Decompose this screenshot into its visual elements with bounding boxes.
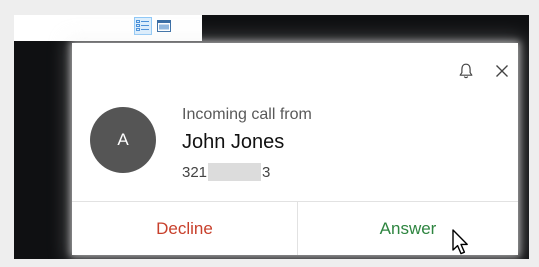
call-caption: Incoming call from	[182, 106, 312, 123]
bell-icon	[456, 61, 476, 81]
explorer-toolbar-strip	[14, 15, 202, 41]
close-icon	[492, 61, 512, 81]
incoming-call-notification: A Incoming call from John Jones 321 3 De…	[72, 43, 518, 255]
phone-suffix: 3	[262, 163, 271, 181]
desktop-backdrop: A Incoming call from John Jones 321 3 De…	[14, 15, 529, 259]
decline-label: Decline	[156, 218, 213, 238]
mute-notification-button[interactable]	[456, 61, 476, 81]
details-view-button[interactable]	[134, 17, 152, 35]
decline-button[interactable]: Decline	[72, 202, 297, 255]
avatar-initial: A	[117, 130, 129, 149]
answer-button[interactable]: Answer	[298, 202, 518, 255]
caller-phone-number: 321 3	[182, 162, 270, 182]
close-button[interactable]	[492, 61, 512, 81]
caller-avatar: A	[90, 107, 156, 173]
phone-prefix: 321	[182, 163, 208, 181]
caller-name: John Jones	[182, 131, 285, 153]
answer-label: Answer	[379, 218, 437, 238]
preview-pane-button[interactable]	[155, 17, 173, 35]
redacted-digits	[208, 163, 262, 181]
